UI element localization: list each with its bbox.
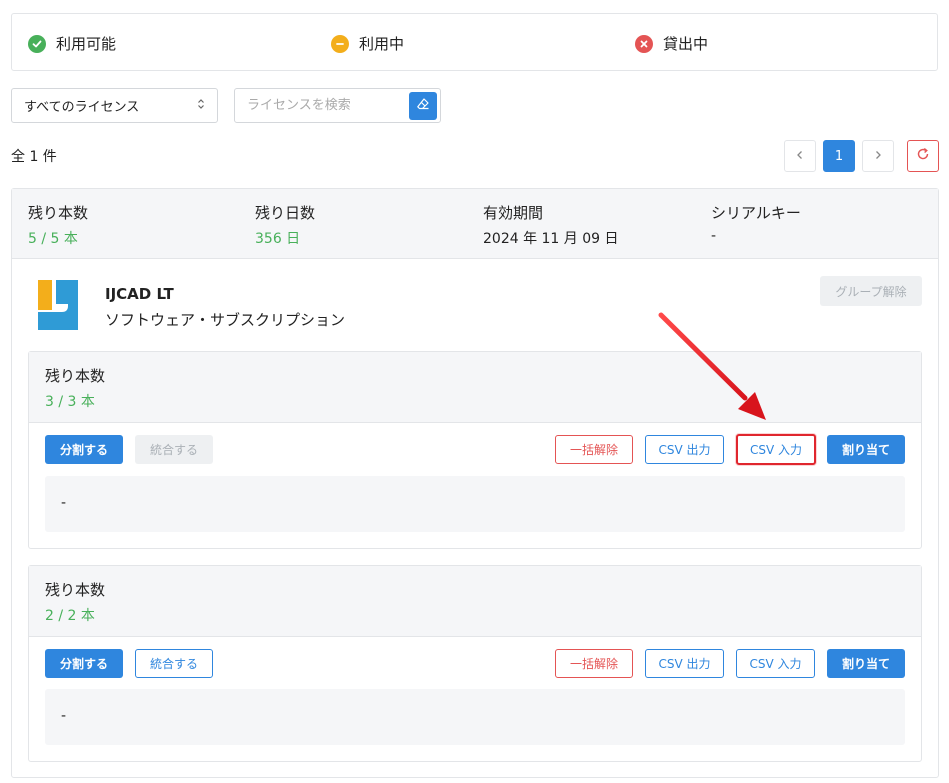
days-value: 356 日 [255, 231, 301, 247]
product-type: ソフトウェア・サブスクリプション [105, 311, 346, 329]
validity-value: 2024 年 11 月 09 日 [483, 231, 619, 247]
legend-in-use-label: 利用中 [359, 35, 405, 53]
bulk-release-button[interactable]: 一括解除 [555, 435, 633, 464]
split-button[interactable]: 分割する [45, 649, 123, 678]
minus-circle-icon [331, 34, 349, 53]
status-legend: 利用可能 利用中 貸出中 [11, 13, 938, 71]
refresh-icon [916, 147, 930, 165]
license-filter-select[interactable]: すべてのライセンス [11, 88, 218, 123]
eraser-icon [416, 97, 430, 115]
product-logo [36, 278, 80, 332]
remaining-label: 残り本数 [28, 204, 89, 222]
csv-import-button[interactable]: CSV 入力 [736, 434, 816, 465]
serial-value: - [711, 228, 717, 244]
total-count: 全 1 件 [11, 149, 57, 165]
legend-available: 利用可能 [28, 33, 116, 54]
assign-button[interactable]: 割り当て [827, 649, 905, 678]
chevron-right-icon [874, 149, 882, 164]
merge-button[interactable]: 統合する [135, 435, 213, 464]
check-circle-icon [28, 34, 46, 53]
legend-lent: 貸出中 [635, 33, 708, 54]
group-detail: - [45, 689, 905, 745]
group-detail: - [45, 476, 905, 532]
merge-button[interactable]: 統合する [135, 649, 213, 678]
legend-available-label: 利用可能 [56, 35, 117, 53]
group-remaining-value: 3 / 3 本 [45, 394, 95, 410]
serial-label: シリアルキー [711, 204, 801, 222]
license-search [234, 88, 441, 123]
license-group: 残り本数 3 / 3 本 分割する 統合する 一括解除 CSV 出力 CSV 入… [28, 351, 922, 549]
license-search-input[interactable] [235, 89, 403, 122]
assign-button[interactable]: 割り当て [827, 435, 905, 464]
license-filter-value: すべてのライセンス [24, 100, 140, 115]
next-page-button[interactable] [862, 140, 894, 172]
license-card: 残り本数 5 / 5 本 残り日数 356 日 有効期間 2024 年 11 月… [11, 188, 939, 778]
group-remaining-label: 残り本数 [45, 367, 106, 385]
ungroup-button[interactable]: グループ解除 [820, 276, 922, 306]
eraser-button[interactable] [409, 92, 437, 120]
group-remaining-label: 残り本数 [45, 581, 106, 599]
chevron-updown-icon [197, 98, 205, 114]
split-button[interactable]: 分割する [45, 435, 123, 464]
refresh-button[interactable] [907, 140, 939, 172]
remaining-value: 5 / 5 本 [28, 231, 78, 247]
validity-label: 有効期間 [483, 204, 544, 222]
x-circle-icon [635, 34, 653, 53]
csv-export-button[interactable]: CSV 出力 [645, 649, 724, 678]
bulk-release-button[interactable]: 一括解除 [555, 649, 633, 678]
license-group: 残り本数 2 / 2 本 分割する 統合する 一括解除 CSV 出力 CSV 入… [28, 565, 922, 762]
page-1-button[interactable]: 1 [823, 140, 855, 172]
legend-lent-label: 貸出中 [663, 35, 709, 53]
group-remaining-value: 2 / 2 本 [45, 608, 95, 624]
legend-in-use: 利用中 [331, 33, 404, 54]
product-name: IJCAD LT [105, 285, 174, 303]
license-summary: 残り本数 5 / 5 本 残り日数 356 日 有効期間 2024 年 11 月… [12, 189, 938, 259]
days-label: 残り日数 [255, 204, 316, 222]
chevron-left-icon [796, 149, 804, 164]
prev-page-button[interactable] [784, 140, 816, 172]
csv-export-button[interactable]: CSV 出力 [645, 435, 724, 464]
csv-import-button[interactable]: CSV 入力 [736, 649, 815, 678]
